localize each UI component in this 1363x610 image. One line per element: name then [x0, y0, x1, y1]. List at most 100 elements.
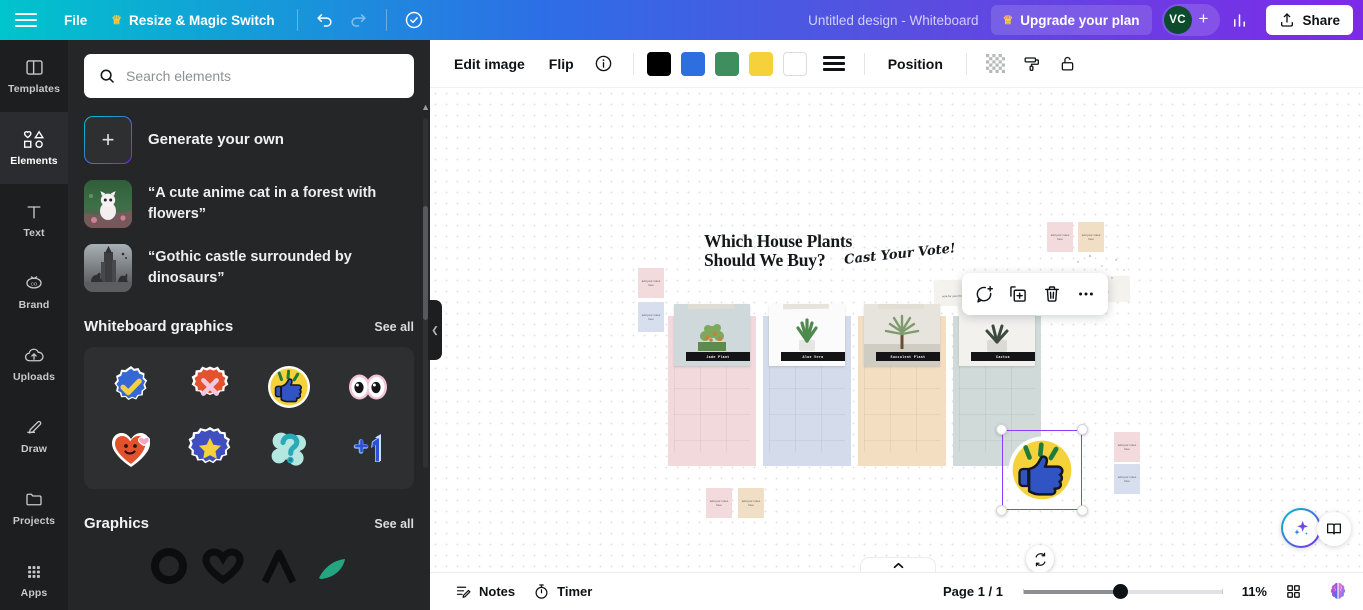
plus-one-sticker[interactable] — [329, 420, 406, 478]
thumbs-up-sticker[interactable] — [250, 358, 327, 416]
sidebar-item-uploads[interactable]: Uploads — [0, 328, 68, 400]
timer-button[interactable]: Timer — [524, 578, 601, 605]
redo-icon[interactable] — [342, 4, 376, 36]
sticky-note[interactable]: add your notes here — [1047, 222, 1073, 252]
expand-bottom-panel-tab[interactable] — [860, 557, 936, 572]
resize-handle-bottom-left[interactable] — [996, 505, 1007, 516]
vote-column-jade-plant[interactable]: Jade Plant — [668, 304, 756, 466]
search-input[interactable] — [84, 54, 414, 98]
plant-polaroid[interactable]: Succulent Plant — [864, 304, 940, 366]
color-swatch-blue[interactable] — [680, 51, 705, 76]
templates-icon — [25, 60, 43, 75]
edit-image-button[interactable]: Edit image — [444, 50, 535, 78]
color-swatch-black[interactable] — [646, 51, 671, 76]
upgrade-label: Upgrade your plan — [1020, 12, 1140, 28]
smiley-heart-sticker[interactable] — [92, 420, 169, 478]
circle-outline-graphic[interactable] — [149, 544, 189, 584]
file-menu-button[interactable]: File — [52, 5, 99, 35]
plant-polaroid[interactable]: Aloe Vera — [769, 304, 845, 366]
whiteboard-design: Which House Plants Should We Buy? Cast Y… — [638, 220, 1140, 573]
zoom-slider-knob[interactable] — [1113, 584, 1128, 599]
anime-cat-thumbnail — [84, 180, 132, 228]
elements-panel: + Generate your own — [68, 40, 430, 610]
color-swatch-white[interactable] — [782, 51, 807, 76]
notes-button[interactable]: Notes — [446, 578, 524, 605]
sidebar-item-brand[interactable]: co Brand — [0, 256, 68, 328]
vote-column-aloe-vera[interactable]: Aloe Vera — [763, 304, 851, 466]
heart-outline-graphic[interactable] — [201, 544, 245, 584]
transparency-checker-icon[interactable] — [980, 48, 1012, 80]
bar-chart-icon[interactable] — [1222, 4, 1256, 36]
share-button[interactable]: Share — [1266, 5, 1353, 35]
sidebar-item-elements[interactable]: Elements — [0, 112, 68, 184]
sticky-note[interactable]: add your notes here — [738, 488, 764, 518]
sticky-note[interactable]: add your notes here — [706, 488, 732, 518]
magic-assistant-button[interactable] — [1281, 508, 1321, 548]
star-badge-sticker[interactable] — [171, 420, 248, 478]
color-stack-icon[interactable] — [817, 52, 851, 75]
sticky-note[interactable]: add your notes here — [1114, 464, 1140, 494]
sidebar-item-apps[interactable]: Apps — [0, 544, 68, 610]
whiteboard-canvas[interactable]: Which House Plants Should We Buy? Cast Y… — [430, 88, 1363, 610]
cloud-check-icon[interactable] — [397, 4, 431, 36]
info-icon[interactable] — [588, 48, 620, 80]
resize-handle-bottom-right[interactable] — [1077, 505, 1088, 516]
position-button[interactable]: Position — [878, 50, 953, 78]
see-all-whiteboard-graphics[interactable]: See all — [374, 320, 414, 334]
plus-icon[interactable]: + — [84, 116, 132, 164]
resize-magic-switch-button[interactable]: ♕ Resize & Magic Switch — [99, 5, 286, 35]
vote-column-succulent-plant[interactable]: Succulent Plant — [858, 304, 946, 466]
trash-icon[interactable] — [1036, 278, 1068, 310]
sidebar-label: Projects — [12, 515, 56, 527]
sidebar-item-text[interactable]: Text — [0, 184, 68, 256]
sticky-note[interactable]: add your notes here — [638, 302, 664, 332]
prompt-label: “A cute anime cat in a forest with flowe… — [148, 184, 377, 222]
sticky-note[interactable]: add your notes here — [638, 268, 664, 298]
color-swatch-green[interactable] — [714, 51, 739, 76]
prompt-suggestion-cat[interactable]: “A cute anime cat in a forest with flowe… — [84, 180, 414, 228]
grid-view-icon[interactable] — [1279, 578, 1307, 606]
resize-handle-top-right[interactable] — [1077, 424, 1088, 435]
generate-label: Generate your own — [148, 130, 284, 148]
collaborators-group[interactable]: VC + — [1161, 4, 1221, 36]
upgrade-plan-button[interactable]: ♕ Upgrade your plan — [990, 5, 1152, 35]
resize-handle-top-left[interactable] — [996, 424, 1007, 435]
see-all-graphics[interactable]: See all — [374, 517, 414, 531]
paint-roller-icon[interactable] — [1016, 48, 1048, 80]
sticky-note[interactable]: add your notes here — [1078, 222, 1104, 252]
undo-icon[interactable] — [308, 4, 342, 36]
sidebar-item-draw[interactable]: Draw — [0, 400, 68, 472]
page-indicator[interactable]: Page 1 / 1 — [935, 579, 1011, 604]
eyes-sticker[interactable] — [329, 358, 406, 416]
sidebar-item-templates[interactable]: Templates — [0, 40, 68, 112]
triangle-outline-graphic[interactable] — [257, 544, 301, 584]
zoom-slider[interactable] — [1023, 584, 1223, 600]
zoom-level-value[interactable]: 11% — [1235, 584, 1267, 599]
avatar[interactable]: VC — [1163, 6, 1192, 34]
duplicate-icon[interactable] — [1002, 278, 1034, 310]
ai-brain-button[interactable] — [1321, 574, 1355, 608]
add-comment-icon[interactable] — [968, 278, 1000, 310]
panel-collapse-handle[interactable]: ❮ — [428, 300, 442, 360]
question-mark-sticker[interactable] — [250, 420, 327, 478]
plant-polaroid[interactable]: Jade Plant — [674, 304, 750, 366]
document-title[interactable]: Untitled design - Whiteboard — [798, 9, 988, 32]
help-guide-button[interactable] — [1317, 512, 1351, 546]
generate-your-own-row[interactable]: + Generate your own — [84, 116, 414, 164]
prompt-suggestion-castle[interactable]: “Gothic castle surrounded by dinosaurs” — [84, 244, 414, 292]
red-x-badge-sticker[interactable] — [171, 358, 248, 416]
add-collaborator-icon[interactable]: + — [1192, 9, 1215, 31]
more-horizontal-icon[interactable] — [1070, 278, 1102, 310]
selected-element-thumbs-up[interactable] — [996, 424, 1088, 516]
panel-scrollbar[interactable] — [423, 118, 428, 468]
lock-open-icon[interactable] — [1052, 48, 1084, 80]
tape-strip-icon — [877, 304, 925, 310]
flip-button[interactable]: Flip — [539, 50, 584, 78]
scroll-up-arrow-icon[interactable]: ▲ — [421, 102, 430, 112]
sticky-note[interactable]: add your notes here — [1114, 432, 1140, 462]
rotate-handle-button[interactable] — [1026, 545, 1054, 573]
sidebar-item-projects[interactable]: Projects — [0, 472, 68, 544]
hamburger-menu-icon[interactable] — [0, 0, 52, 40]
blue-check-badge-sticker[interactable] — [92, 358, 169, 416]
color-swatch-yellow[interactable] — [748, 51, 773, 76]
